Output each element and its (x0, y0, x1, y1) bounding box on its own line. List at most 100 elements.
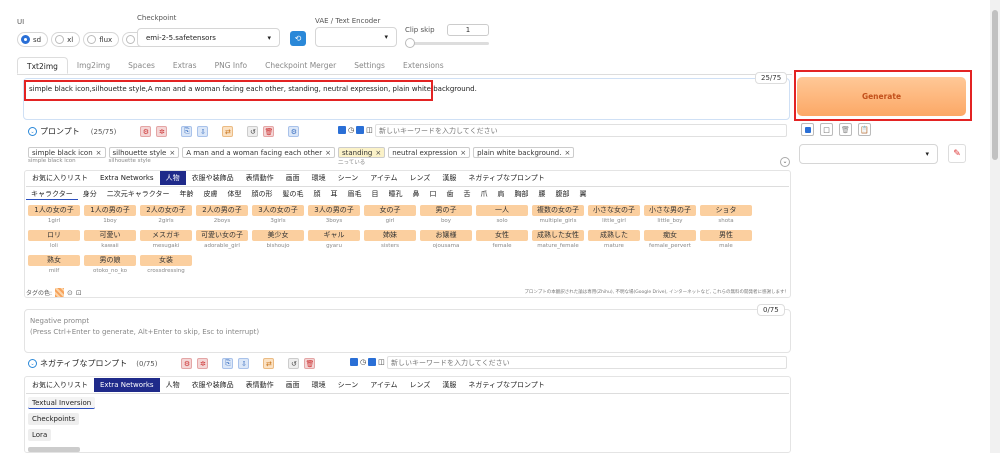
tag-item[interactable]: 成熟した mature (588, 230, 640, 249)
tag-item[interactable]: 可愛い女の子 adorable_girl (196, 230, 248, 249)
tag-color-swatch[interactable] (55, 288, 65, 297)
square-icon[interactable]: ◫ (366, 126, 373, 134)
subcategory-tab[interactable]: 二次元キャラクター (102, 188, 175, 200)
category-tab[interactable]: 画面 (280, 378, 306, 392)
tag-item[interactable]: 2人の女の子 2girls (140, 205, 192, 224)
trash-icon[interactable]: 🗑 (304, 358, 316, 369)
tab-spaces[interactable]: Spaces (119, 57, 164, 74)
gear-icon[interactable]: ✲ (156, 126, 168, 137)
tag-item[interactable]: 小さな女の子 little_girl (588, 205, 640, 224)
tag-item[interactable]: ショタ shota (700, 205, 752, 224)
subcategory-tab[interactable]: 耳 (325, 188, 342, 200)
checkbox-icon[interactable] (368, 358, 377, 366)
square-icon[interactable]: ◫ (378, 358, 385, 366)
checkbox-icon[interactable] (338, 126, 346, 134)
close-icon[interactable]: × (96, 149, 102, 157)
prompt-chip[interactable]: neutral expression × (388, 147, 471, 158)
neg-new-keyword-input[interactable]: 新しいキーワードを入力してください (387, 356, 787, 369)
expand-icon[interactable]: ⌄ (780, 157, 790, 167)
scrollbar-thumb[interactable] (992, 10, 998, 160)
tag-item[interactable]: 小さな男の子 little_boy (644, 205, 696, 224)
subcategory-tab[interactable]: 年齢 (174, 188, 198, 200)
tab-extras[interactable]: Extras (164, 57, 206, 74)
translate-icon[interactable]: ⇄ (222, 126, 234, 137)
subcategory-tab[interactable]: 目 (366, 188, 383, 200)
trash-icon[interactable]: 🗑 (263, 126, 275, 137)
history-icon[interactable]: ↺ (288, 358, 300, 369)
tag-item[interactable]: 男の娘 otoko_no_ko (84, 255, 136, 274)
clock-icon[interactable]: ◷ (360, 358, 366, 366)
subcategory-tab[interactable]: 歯 (441, 188, 458, 200)
category-tab[interactable]: 環境 (306, 171, 332, 185)
close-icon[interactable]: × (375, 149, 381, 157)
category-tab[interactable]: お気に入りリスト (26, 378, 94, 392)
prompt-chip[interactable]: simple black icon × simple black icon (28, 147, 106, 164)
tag-item[interactable]: 複数の女の子 multiple_girls (532, 205, 584, 224)
tab-checkpoint-merger[interactable]: Checkpoint Merger (256, 57, 345, 74)
subcategory-tab[interactable]: 髪の毛 (277, 188, 308, 200)
category-tab[interactable]: 衣服や装飾品 (186, 171, 240, 185)
category-tab[interactable]: アイテム (364, 378, 403, 392)
tag-item[interactable]: 可愛い kawaii (84, 230, 136, 249)
category-tab[interactable]: Extra Networks (94, 378, 160, 392)
subcategory-tab[interactable]: 顔 (308, 188, 325, 200)
tag-item[interactable]: ギャル gyaru (308, 230, 360, 249)
checkbox-icon[interactable] (356, 126, 365, 134)
pencil-icon[interactable]: ✎ (948, 144, 966, 163)
slider-handle[interactable] (405, 38, 415, 48)
category-tab[interactable]: 人物 (159, 171, 186, 185)
clip-skip-slider[interactable] (405, 42, 489, 45)
subcategory-tab[interactable]: 瞳孔 (383, 188, 407, 200)
close-icon[interactable]: × (460, 149, 466, 157)
category-tab[interactable]: 表情動作 (240, 378, 280, 392)
refresh-icon[interactable]: ⊙ (67, 289, 73, 297)
category-tab[interactable]: 人物 (160, 378, 186, 392)
category-tab[interactable]: 環境 (306, 378, 332, 392)
extra-network-tab[interactable]: Checkpoints (28, 413, 80, 425)
import-icon[interactable]: ⇩ (238, 358, 250, 369)
refresh-icon[interactable]: ⟲ (290, 31, 306, 46)
tag-item[interactable]: ロリ loli (28, 230, 80, 249)
subcategory-tab[interactable]: キャラクター (26, 188, 78, 200)
lock-icon[interactable]: ⊡ (76, 289, 82, 297)
subcategory-tab[interactable]: 体型 (222, 188, 246, 200)
subcategory-tab[interactable]: 鼻 (407, 188, 424, 200)
tag-item[interactable]: 成熟した女性 mature_female (532, 230, 584, 249)
category-tab[interactable]: アイテム (364, 171, 403, 185)
cog-icon[interactable]: ⚙ (288, 126, 300, 137)
category-tab[interactable]: ネガティブなプロンプト (462, 378, 550, 392)
tag-item[interactable]: 1人の男の子 1boy (84, 205, 136, 224)
extra-network-tab[interactable]: Textual Inversion (28, 397, 96, 409)
prompt-chip[interactable]: standing × 二っている (337, 147, 386, 166)
subcategory-tab[interactable]: 皮膚 (198, 188, 222, 200)
subcategory-tab[interactable]: 翼 (574, 188, 591, 200)
category-tab[interactable]: シーン (332, 378, 365, 392)
copy-icon[interactable]: ⎘ (222, 358, 234, 369)
tag-item[interactable]: 姉妹 sisters (364, 230, 416, 249)
tab-img2img[interactable]: Img2img (68, 57, 119, 74)
gear-icon[interactable]: ✲ (197, 358, 209, 369)
subcategory-tab[interactable]: 舌 (458, 188, 475, 200)
tab-png-info[interactable]: PNG Info (206, 57, 257, 74)
ui-radio-sd[interactable]: sd (17, 32, 49, 47)
tag-item[interactable]: 3人の男の子 3boys (308, 205, 360, 224)
tab-txt2img[interactable]: Txt2img (17, 57, 68, 74)
copy-icon[interactable]: ⎘ (181, 126, 193, 137)
prompt-chip[interactable]: plain white background. × (473, 147, 575, 158)
tag-item[interactable]: 2人の男の子 2boys (196, 205, 248, 224)
subcategory-tab[interactable]: 腰 (533, 188, 550, 200)
clock-icon[interactable]: ◷ (348, 126, 354, 134)
category-tab[interactable]: シーン (332, 171, 365, 185)
tag-item[interactable]: 3人の女の子 3girls (252, 205, 304, 224)
ui-radio-xl[interactable]: xl (51, 32, 81, 47)
category-tab[interactable]: レンズ (404, 171, 437, 185)
subcategory-tab[interactable]: 身分 (78, 188, 102, 200)
category-tab[interactable]: Extra Networks (94, 171, 160, 185)
close-icon[interactable]: × (564, 149, 570, 157)
tag-item[interactable]: 痴女 female_pervert (644, 230, 696, 249)
clipboard-icon[interactable]: 📋 (858, 123, 871, 136)
category-tab[interactable]: お気に入りリスト (26, 171, 94, 185)
vae-select[interactable]: ▾ (315, 27, 397, 47)
prompt-chip[interactable]: silhouette style × silhouette style (108, 147, 180, 164)
tag-item[interactable]: お嬢様 ojousama (420, 230, 472, 249)
